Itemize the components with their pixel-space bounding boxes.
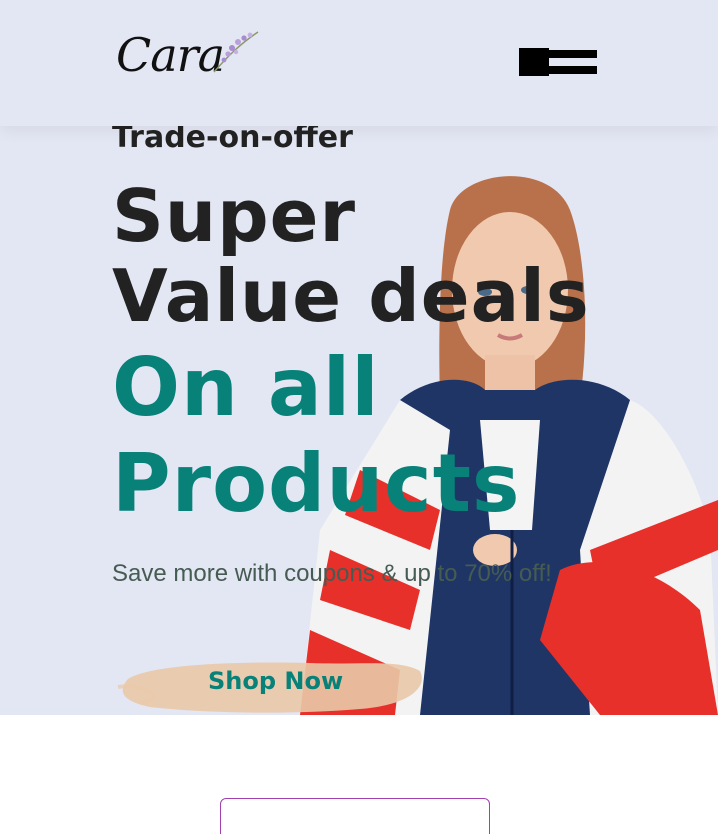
cara-logo[interactable]: Cara (112, 26, 262, 90)
hamburger-menu-icon (519, 48, 549, 76)
lavender-sprig-icon (213, 31, 259, 73)
hero-headline: Super Value deals (112, 174, 590, 338)
menu-bar-bottom (547, 66, 597, 74)
next-section-card (220, 798, 490, 834)
menu-bar-top (547, 50, 597, 58)
site-header: Cara (0, 0, 718, 126)
shop-now-label: Shop Now (208, 667, 344, 695)
hero-tagline: Save more with coupons & up to 70% off! (112, 560, 552, 587)
shop-now-button[interactable]: Shop Now (110, 647, 430, 717)
hero-headline-accent: On all Products (112, 341, 521, 530)
menu-button[interactable] (519, 48, 599, 76)
